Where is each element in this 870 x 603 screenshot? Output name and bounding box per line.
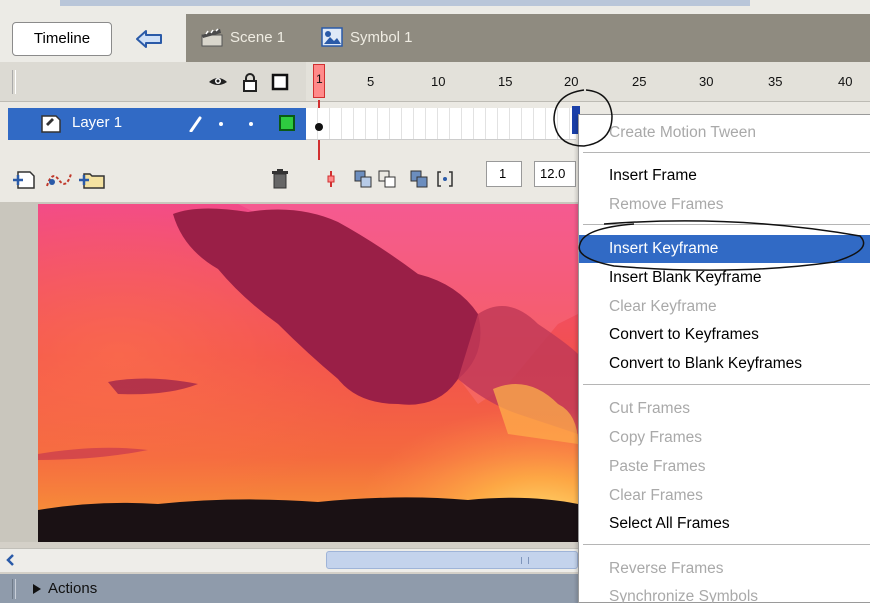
ruler-label: 30: [699, 74, 714, 89]
onion-skin-icon[interactable]: [354, 170, 372, 188]
title-strip: [60, 0, 750, 6]
eye-icon[interactable]: [208, 72, 228, 92]
back-button[interactable]: [128, 22, 170, 56]
lock-dot[interactable]: [249, 122, 253, 126]
sunset-image: [38, 204, 578, 542]
menu-item-select-all-frames[interactable]: Select All Frames: [579, 510, 870, 538]
menu-item-remove-frames: Remove Frames: [609, 196, 724, 213]
insert-folder-icon[interactable]: [78, 168, 106, 190]
panel-grip[interactable]: [12, 70, 16, 94]
ruler-label: 25: [632, 74, 647, 89]
insert-layer-icon[interactable]: [12, 168, 38, 190]
actions-panel-label: Actions: [48, 580, 98, 597]
horizontal-scrollbar[interactable]: [0, 548, 578, 572]
edit-bar: Timeline Scene 1 Symbol 1: [0, 0, 870, 62]
menu-item-copy-frames: Copy Frames: [609, 429, 703, 446]
ruler-label: 40: [838, 74, 853, 89]
modify-onion-markers-icon[interactable]: [436, 170, 454, 188]
timeline-toggle-button[interactable]: Timeline: [12, 22, 112, 56]
menu-item-create-motion-tween: Create Motion Tween: [609, 124, 757, 141]
frames-row[interactable]: [306, 108, 576, 140]
visibility-dot[interactable]: [219, 122, 223, 126]
layer-icon: [41, 115, 61, 133]
menu-separator: [583, 152, 870, 154]
keyframe-dot[interactable]: [315, 123, 323, 131]
menu-item-clear-keyframe: Clear Keyframe: [609, 298, 717, 315]
frame-ruler[interactable]: 5 10 15 20 25 30 35 40: [306, 62, 870, 102]
current-frame-field: 1: [486, 161, 522, 187]
trash-icon[interactable]: [270, 168, 290, 190]
breadcrumb-scene-label: Scene 1: [230, 28, 286, 46]
menu-item-convert-to-blank-keyframes[interactable]: Convert to Blank Keyframes: [579, 350, 870, 378]
outline-icon[interactable]: [270, 72, 290, 92]
menu-item-insert-blank-keyframe[interactable]: Insert Blank Keyframe: [579, 264, 870, 292]
ruler-label: 35: [768, 74, 783, 89]
menu-item-insert-keyframe[interactable]: Insert Keyframe: [579, 235, 870, 263]
ruler-label: 20: [564, 74, 579, 89]
layer-name[interactable]: Layer 1: [72, 114, 122, 131]
breadcrumb-symbol[interactable]: Symbol 1: [320, 24, 413, 50]
menu-item-clear-frames: Clear Frames: [609, 487, 703, 504]
scroll-thumb[interactable]: [326, 551, 578, 569]
menu-item-convert-to-keyframes[interactable]: Convert to Keyframes: [579, 321, 870, 349]
breadcrumb-scene[interactable]: Scene 1: [200, 24, 285, 50]
menu-item-reverse-frames: Reverse Frames: [609, 560, 724, 577]
onion-skin-outlines-icon[interactable]: [378, 170, 396, 188]
ruler-label: 5: [367, 74, 375, 89]
expand-triangle-icon[interactable]: [32, 583, 42, 595]
actions-panel-header[interactable]: Actions: [0, 574, 578, 603]
menu-item-cut-frames: Cut Frames: [609, 400, 690, 417]
menu-item-synchronize-symbols: Synchronize Symbols: [609, 588, 759, 603]
lock-icon[interactable]: [240, 72, 260, 92]
layer-header: [0, 62, 306, 102]
scene-clapper-icon: [201, 28, 223, 47]
ruler-label: 10: [431, 74, 446, 89]
scroll-thumb-grip: [521, 557, 529, 564]
breadcrumb-symbol-label: Symbol 1: [350, 28, 413, 46]
back-arrow-icon: [136, 30, 162, 48]
add-motion-guide-icon[interactable]: [44, 168, 74, 190]
menu-separator: [583, 544, 870, 546]
ruler-label: 15: [498, 74, 513, 89]
menu-separator: [583, 384, 870, 386]
stage-canvas[interactable]: [38, 204, 578, 542]
breadcrumb: Scene 1 Symbol 1: [186, 14, 870, 62]
center-frame-icon[interactable]: [322, 170, 340, 188]
outline-color-swatch[interactable]: [279, 115, 295, 131]
context-menu: Create Motion Tween Insert Frame Remove …: [578, 114, 870, 603]
playhead-label: 1: [316, 72, 323, 86]
scroll-left-arrow-icon[interactable]: [4, 553, 18, 567]
layer-tools: [0, 162, 306, 198]
menu-item-insert-frame[interactable]: Insert Frame: [579, 162, 870, 190]
frame-rate-field[interactable]: 12.0: [534, 161, 576, 187]
graphic-symbol-icon: [321, 27, 343, 47]
pencil-icon: [189, 116, 202, 132]
edit-multiple-frames-icon[interactable]: [410, 170, 428, 188]
layer-row[interactable]: Layer 1: [8, 108, 306, 140]
menu-item-paste-frames: Paste Frames: [609, 458, 706, 475]
panel-grip[interactable]: [12, 579, 16, 599]
menu-separator: [583, 224, 870, 226]
